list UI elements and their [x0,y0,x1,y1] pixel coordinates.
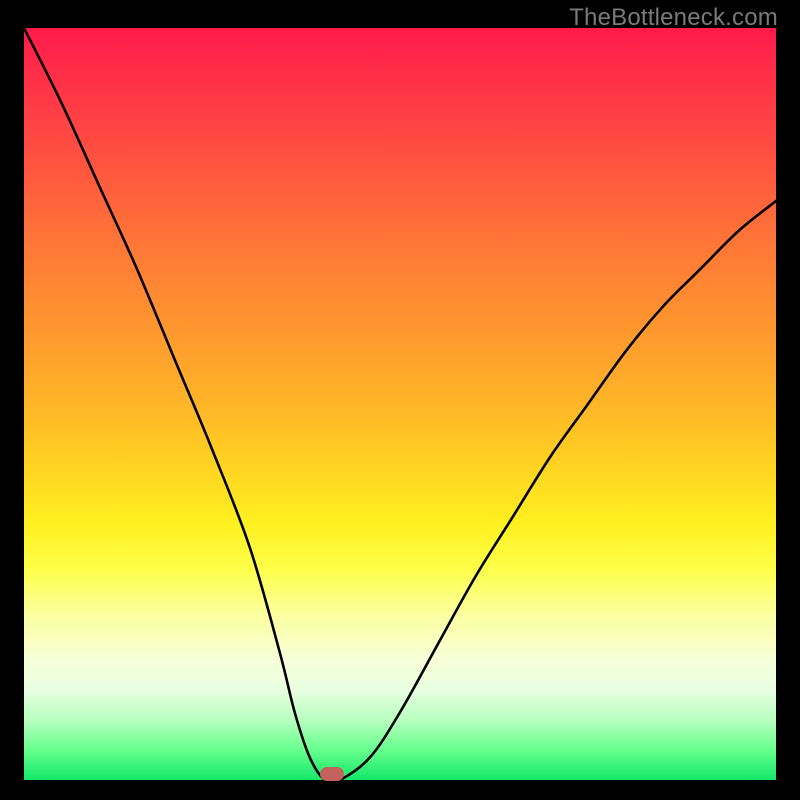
optimal-point-marker [320,767,344,781]
plot-area [24,28,776,780]
bottleneck-curve [24,28,776,780]
chart-frame: TheBottleneck.com [0,0,800,800]
watermark-text: TheBottleneck.com [569,4,778,32]
